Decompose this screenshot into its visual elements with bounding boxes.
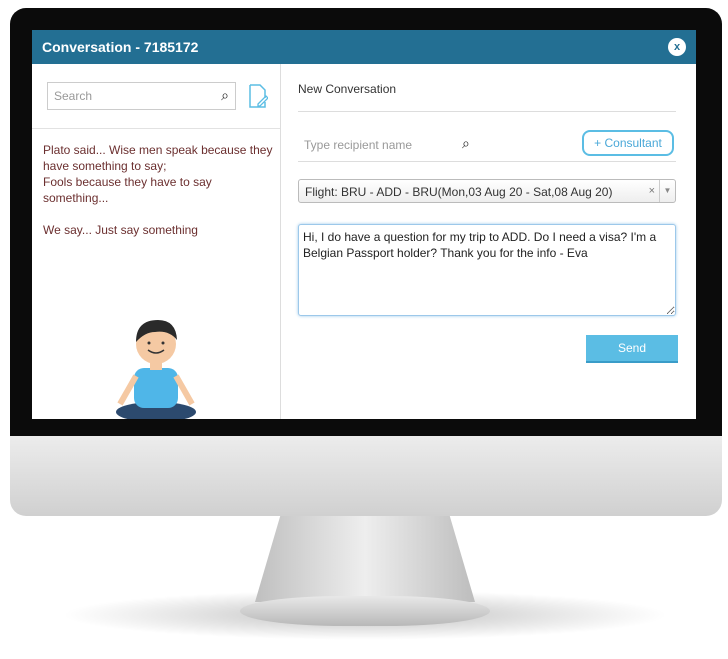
new-conversation-icon[interactable] bbox=[248, 84, 268, 108]
new-conversation-heading: New Conversation bbox=[298, 82, 397, 96]
trip-select-value: Flight: BRU - ADD - BRU(Mon,03 Aug 20 - … bbox=[305, 185, 613, 199]
search-input[interactable]: Search ⌕ bbox=[47, 82, 236, 110]
trip-select[interactable]: Flight: BRU - ADD - BRU(Mon,03 Aug 20 - … bbox=[298, 179, 676, 203]
monitor-base bbox=[240, 596, 490, 626]
send-button[interactable]: Send bbox=[586, 335, 678, 363]
message-textarea[interactable]: Hi, I do have a question for my trip to … bbox=[298, 224, 676, 316]
divider bbox=[298, 111, 676, 112]
search-placeholder: Search bbox=[54, 89, 93, 103]
monitor-stand bbox=[255, 512, 475, 602]
search-icon[interactable]: ⌕ bbox=[221, 87, 229, 104]
conversation-form: New Conversation Type recipient name ⌕ +… bbox=[282, 64, 696, 419]
divider bbox=[298, 161, 676, 162]
sidebar: Search ⌕ Plato said... Wise men speak be… bbox=[32, 64, 281, 419]
window-header: Conversation - 7185172 x bbox=[32, 30, 696, 64]
window-title: Conversation - 7185172 bbox=[42, 39, 199, 55]
recipient-input[interactable]: Type recipient name bbox=[304, 138, 412, 152]
search-icon[interactable]: ⌕ bbox=[462, 135, 470, 152]
divider bbox=[32, 128, 280, 129]
add-consultant-button[interactable]: + Consultant bbox=[582, 130, 674, 156]
meditating-person-illustration bbox=[116, 320, 196, 419]
quote-paragraph: Plato said... Wise men speak because the… bbox=[43, 143, 273, 205]
quote-paragraph: We say... Just say something bbox=[43, 223, 198, 237]
clear-icon[interactable]: × bbox=[649, 185, 655, 197]
close-button[interactable]: x bbox=[668, 38, 686, 56]
quote-text: Plato said... Wise men speak because the… bbox=[43, 142, 273, 254]
chevron-down-icon[interactable]: ▼ bbox=[659, 180, 675, 202]
conversation-window: Conversation - 7185172 x Search ⌕ Plato … bbox=[32, 30, 696, 419]
